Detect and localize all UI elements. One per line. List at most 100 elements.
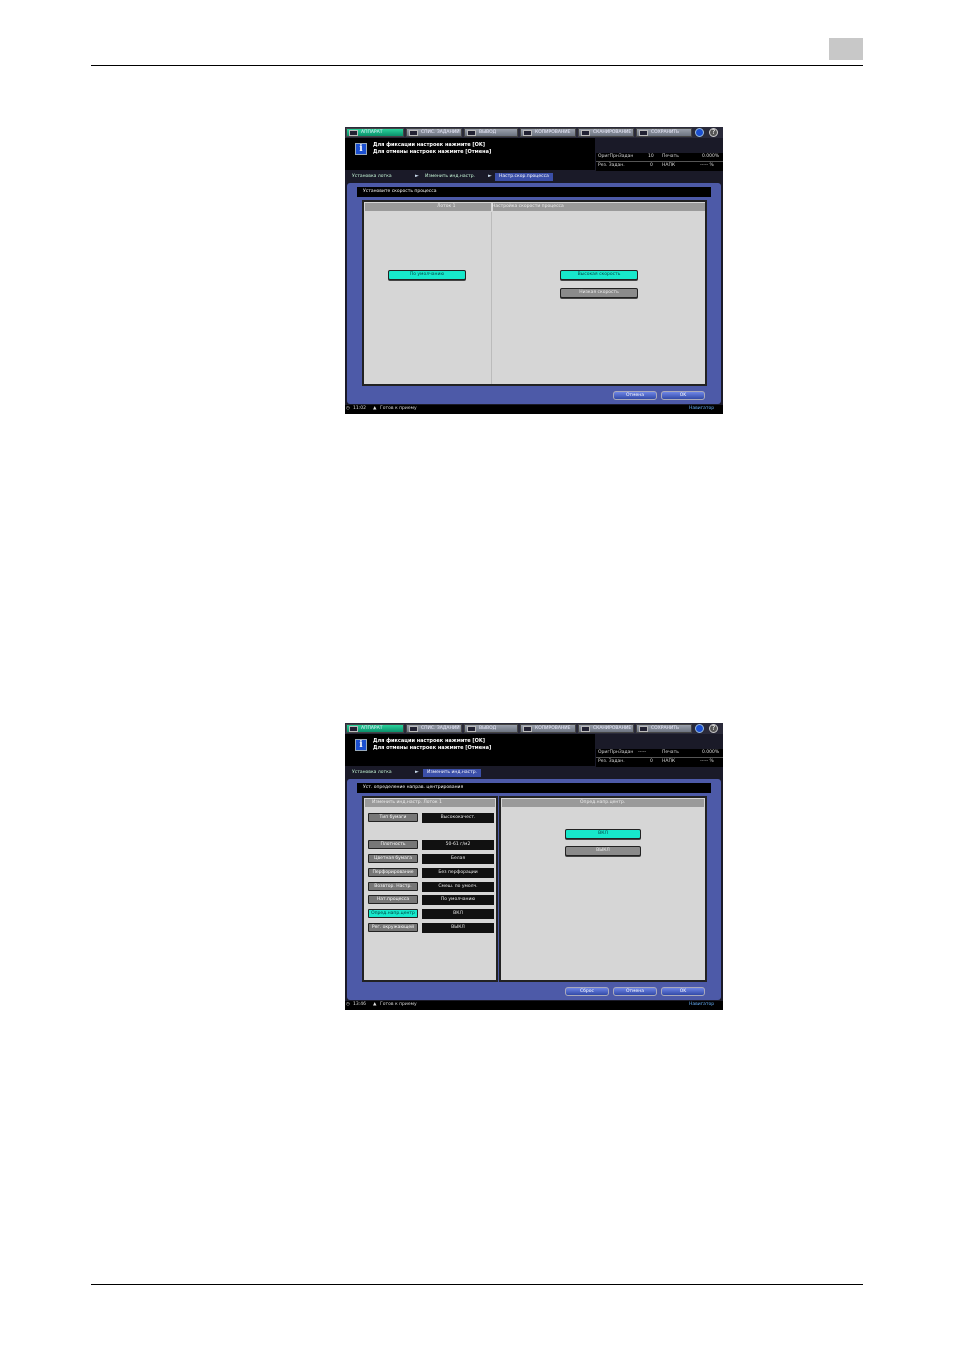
panel-screenshot-process-speed: АППАРАТ СПИС. ЗАДАНИЙ ВЫВОД КОПИРОВАНИЕ … bbox=[345, 127, 723, 414]
top-tab-bar: АППАРАТ СПИС. ЗАДАНИЙ ВЫВОД КОПИРОВАНИЕ … bbox=[345, 723, 723, 734]
centering-button[interactable]: Опред.напр.центр bbox=[368, 909, 418, 918]
tab-output[interactable]: ВЫВОД bbox=[464, 724, 518, 733]
chapter-marker bbox=[829, 38, 863, 60]
message-area: i Для фиксации настроек нажмите [OK] Для… bbox=[345, 138, 595, 170]
breadcrumb-process-speed: Настр.скор.процесса bbox=[495, 173, 553, 181]
tab-machine[interactable]: АППАРАТ bbox=[346, 724, 404, 733]
tab-store[interactable]: СОХРАНИТЬ bbox=[636, 724, 692, 733]
contrast-icon[interactable] bbox=[695, 128, 704, 137]
counter-label-print: Печать bbox=[662, 750, 679, 755]
ok-button[interactable]: OK bbox=[661, 987, 705, 996]
secondary-settings-value: Смеш. по умолч. bbox=[422, 882, 494, 892]
contrast-icon[interactable] bbox=[695, 724, 704, 733]
page-footer-rule bbox=[91, 1284, 863, 1285]
counter-divider bbox=[596, 161, 723, 162]
counter-value-originals: ----- bbox=[638, 750, 647, 755]
clock-icon: ◷ bbox=[346, 406, 350, 411]
help-icon[interactable]: ? bbox=[709, 128, 718, 137]
machine-icon bbox=[349, 130, 358, 136]
settings-frame: Лоток 1 Настройка скорости процесса По у… bbox=[362, 200, 707, 386]
navigator-shortcut[interactable]: Навигатор bbox=[689, 1002, 714, 1007]
message-line-2: Для отмены настроек нажмите [Отмена] bbox=[373, 745, 492, 751]
navigator-shortcut[interactable]: Навигатор bbox=[689, 406, 714, 411]
paper-color-value: Белая bbox=[422, 854, 494, 864]
store-icon bbox=[639, 726, 648, 732]
counter-label-print: Печать bbox=[662, 154, 679, 159]
centering-value: ВКЛ bbox=[422, 909, 494, 919]
centering-off-button[interactable]: ВЫКЛ bbox=[565, 846, 641, 856]
panel-title: Уст. определение направ. центрирования bbox=[357, 783, 711, 793]
counter-value-originals: 10 bbox=[648, 154, 654, 159]
tab-scan[interactable]: СКАНИРОВАНИЕ bbox=[578, 724, 634, 733]
weight-value: 50-61 г/м2 bbox=[422, 840, 494, 850]
store-icon bbox=[639, 130, 648, 136]
counter-label-reserved: Рез. Задан. bbox=[598, 759, 625, 764]
cancel-button[interactable]: Отмена bbox=[613, 391, 657, 400]
copy-icon bbox=[523, 726, 532, 732]
tab-copy[interactable]: КОПИРОВАНИЕ bbox=[520, 128, 576, 137]
panel-screenshot-centering: АППАРАТ СПИС. ЗАДАНИЙ ВЫВОД КОПИРОВАНИЕ … bbox=[345, 723, 723, 1010]
breadcrumb-change-settings[interactable]: Изменить инд.настр. bbox=[425, 173, 475, 181]
tab-store[interactable]: СОХРАНИТЬ bbox=[636, 128, 692, 137]
clock-time: 11:02 bbox=[353, 406, 366, 411]
breadcrumb-arrow-icon: ► bbox=[415, 769, 419, 775]
low-speed-button[interactable]: Низкая скорость bbox=[560, 288, 638, 298]
counter-panel: ОригПрнЗадан ----- Печать 0.000% Рез. За… bbox=[596, 749, 723, 767]
counter-value-hdd: ----- % bbox=[700, 759, 714, 764]
environment-button[interactable]: Рег. окружающей bbox=[368, 923, 418, 932]
clock-time: 13:46 bbox=[353, 1002, 366, 1007]
cancel-button[interactable]: Отмена bbox=[613, 987, 657, 996]
speed-header: Настройка скорости процесса bbox=[492, 203, 705, 211]
settings-list-header: Изменить инд.настр. Лоток 1 bbox=[365, 799, 495, 807]
breadcrumb-tray-setup[interactable]: Установка лотка bbox=[352, 173, 392, 181]
status-bar: ◷ 11:02 ▲ Готов к приему Навигатор bbox=[345, 405, 723, 414]
breadcrumb-change-settings: Изменить инд.настр. bbox=[423, 769, 481, 777]
secondary-settings-button[interactable]: Возвтор. Настр. bbox=[368, 882, 418, 891]
help-icon[interactable]: ? bbox=[709, 724, 718, 733]
ok-button[interactable]: OK bbox=[661, 391, 705, 400]
tab-job-list[interactable]: СПИС. ЗАДАНИЙ bbox=[406, 724, 462, 733]
tab-machine[interactable]: АППАРАТ bbox=[346, 128, 404, 137]
scan-icon bbox=[581, 726, 590, 732]
centering-header: Опред.напр.центр. bbox=[502, 799, 704, 807]
punching-button[interactable]: Перфорирование bbox=[368, 868, 418, 877]
default-button[interactable]: По умолчанию bbox=[388, 270, 466, 280]
tab-copy[interactable]: КОПИРОВАНИЕ bbox=[520, 724, 576, 733]
breadcrumb: Установка лотка ► Изменить инд.настр. bbox=[345, 768, 723, 778]
reset-button[interactable]: Сброс bbox=[565, 987, 609, 996]
ready-icon: ▲ bbox=[373, 1002, 377, 1007]
counter-divider bbox=[596, 757, 723, 758]
process-speed-button[interactable]: Нат.процесса bbox=[368, 895, 418, 904]
settings-panel: Уст. определение направ. центрирования И… bbox=[347, 779, 721, 1000]
info-icon: i bbox=[355, 739, 367, 751]
breadcrumb: Установка лотка ► Изменить инд.настр. ► … bbox=[345, 172, 723, 182]
counter-label-hdd: НАПК bbox=[662, 163, 676, 168]
high-speed-button[interactable]: Высокая скорость bbox=[560, 270, 638, 280]
job-list-icon bbox=[409, 130, 418, 136]
message-line-2: Для отмены настроек нажмите [Отмена] bbox=[373, 149, 492, 155]
punching-value: Без перфорации bbox=[422, 868, 494, 878]
tab-scan[interactable]: СКАНИРОВАНИЕ bbox=[578, 128, 634, 137]
paper-color-button[interactable]: Цветная бумага bbox=[368, 854, 418, 863]
top-tab-bar: АППАРАТ СПИС. ЗАДАНИЙ ВЫВОД КОПИРОВАНИЕ … bbox=[345, 127, 723, 138]
info-icon: i bbox=[355, 143, 367, 155]
process-speed-value: По умолчанию bbox=[422, 895, 494, 905]
tab-output[interactable]: ВЫВОД bbox=[464, 128, 518, 137]
panel-title: Установите скорость процесса bbox=[357, 187, 711, 197]
breadcrumb-tray-setup[interactable]: Установка лотка bbox=[352, 769, 392, 777]
column-divider bbox=[491, 212, 492, 384]
status-text: Готов к приему bbox=[380, 1002, 417, 1007]
scan-icon bbox=[581, 130, 590, 136]
counter-value-print: 0.000% bbox=[702, 154, 720, 159]
weight-button[interactable]: Плотность bbox=[368, 840, 418, 849]
paper-type-button[interactable]: Тип бумаги bbox=[368, 813, 418, 822]
centering-on-button[interactable]: ВКЛ bbox=[565, 829, 641, 839]
tab-job-list[interactable]: СПИС. ЗАДАНИЙ bbox=[406, 128, 462, 137]
breadcrumb-arrow-icon: ► bbox=[488, 173, 492, 179]
clock-icon: ◷ bbox=[346, 1002, 350, 1007]
counter-value-reserved: 0 bbox=[650, 163, 653, 168]
copy-icon bbox=[523, 130, 532, 136]
page-header-rule bbox=[91, 65, 863, 66]
environment-value: ВЫКЛ bbox=[422, 923, 494, 933]
counter-label-reserved: Рез. Задан. bbox=[598, 163, 625, 168]
